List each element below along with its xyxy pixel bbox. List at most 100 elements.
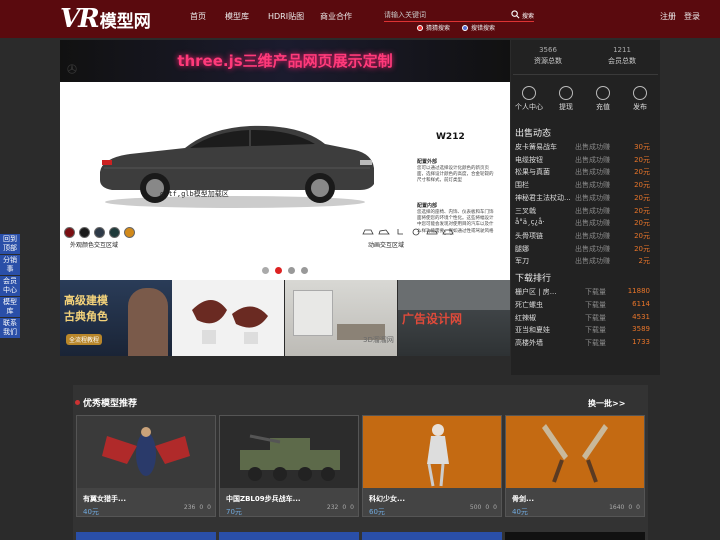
radio-label: 搜错搜索 <box>471 25 496 32</box>
sales-title: 出售动态 <box>515 129 552 139</box>
next-row-card[interactable] <box>505 532 645 540</box>
sale-status: 出售成功赚 <box>575 231 610 240</box>
sales-row[interactable]: 腿娜 出售成功赚 20元 <box>515 244 655 256</box>
radio-option-2[interactable]: 搜错搜索 <box>462 23 495 32</box>
next-row-card[interactable] <box>219 532 359 540</box>
sale-status: 出售成功赚 <box>575 244 610 253</box>
model-stats: 232 0 0 <box>327 504 354 511</box>
thumb-interior[interactable]: 3D溜溜网 <box>285 280 397 356</box>
thumb-classic-character[interactable]: 高级建模 古典角色 全流程教程 <box>60 280 172 356</box>
side-tab-model-library[interactable]: 模型库 <box>0 297 20 317</box>
sales-row[interactable]: 围栏 出售成功赚 20元 <box>515 180 655 192</box>
model-price: 40元 <box>512 508 528 516</box>
sales-row[interactable]: 松果与真菌 出售成功赚 20元 <box>515 167 655 179</box>
login-link[interactable]: 登录 <box>684 11 700 22</box>
sales-row[interactable]: 三叉戟 出售成功赚 20元 <box>515 206 655 218</box>
search-icon[interactable] <box>511 10 520 19</box>
side-tab-back-to-top[interactable]: 回到顶部 <box>0 234 20 254</box>
member-count: 1211 <box>613 46 631 54</box>
resource-count: 3566 <box>539 46 557 54</box>
spec-exterior-text: 您可以通过选择设计化颜色的新页页面，选择设计颜色的高度，合金轮毂的尺寸和样式，前… <box>417 166 494 184</box>
download-item-name: 栅户区 | 房... <box>515 288 557 296</box>
search-button[interactable]: 搜索 <box>522 11 534 20</box>
download-rank-row[interactable]: 红辣椒 下载量 4531 <box>515 313 655 325</box>
car-side-icon[interactable] <box>426 228 438 236</box>
model-card[interactable]: 科幻少女... 60元 500 0 0 <box>362 415 502 517</box>
download-rank-row[interactable]: 高楼外墙 下载量 1733 <box>515 338 655 350</box>
likes-count: 0 <box>628 504 633 511</box>
side-tab-distribution[interactable]: 分销事 <box>0 255 20 275</box>
model-card[interactable]: 中国ZBL09步兵战车... 70元 232 0 0 <box>219 415 359 517</box>
quick-recharge[interactable]: 充值 <box>586 86 620 112</box>
quick-publish[interactable]: 发布 <box>623 86 657 112</box>
site-logo[interactable]: VR 模型网 <box>60 2 151 36</box>
sales-row[interactable]: 神秘君主法杖动... 出售成功赚 20元 <box>515 193 655 205</box>
download-label: 下载量 <box>585 326 606 335</box>
sales-row[interactable]: 头骨项链 出售成功赚 20元 <box>515 231 655 243</box>
thumb-ad-design[interactable]: 广告设计网 <box>398 280 510 356</box>
model-thumbnail <box>220 416 358 488</box>
sales-row[interactable]: 皮卡簧易战车 出售成功赚 30元 <box>515 142 655 154</box>
sales-row[interactable]: 电缆按钮 出售成功赚 20元 <box>515 155 655 167</box>
side-tab-member-center[interactable]: 会员中心 <box>0 276 20 296</box>
model-thumbnail <box>77 416 215 488</box>
nav-home[interactable]: 首页 <box>190 11 206 22</box>
quick-withdraw[interactable]: 提现 <box>549 86 583 112</box>
download-item-name: 亚当和夏娃 <box>515 326 550 335</box>
sale-status: 出售成功赚 <box>575 257 610 266</box>
search-box: 搜索 <box>384 8 534 22</box>
color-swatch-teal[interactable] <box>109 227 120 238</box>
sale-status: 出售成功赚 <box>575 206 610 215</box>
model-card[interactable]: 有翼女猎手... 40元 236 0 0 <box>76 415 216 517</box>
carousel-dot-3[interactable] <box>288 267 295 274</box>
sale-item-name: 神秘君主法杖动... <box>515 193 571 202</box>
next-row-card[interactable] <box>362 532 502 540</box>
sale-price: 2元 <box>638 257 650 266</box>
download-item-name: 红辣椒 <box>515 313 536 322</box>
nav-hdri[interactable]: HDRI贴图 <box>268 11 304 22</box>
model-stats: 236 0 0 <box>184 504 211 511</box>
carousel-dot-1[interactable] <box>262 267 269 274</box>
download-label: 下载量 <box>585 339 606 348</box>
model-card[interactable]: 骨剑... 40元 1640 0 0 <box>505 415 645 517</box>
sales-row[interactable]: 军刀 出售成功赚 2元 <box>515 256 655 268</box>
model-price: 40元 <box>83 508 99 516</box>
color-swatch-black[interactable] <box>79 227 90 238</box>
seat-icon[interactable] <box>394 228 406 236</box>
side-tab-contact[interactable]: 联系我们 <box>0 318 20 338</box>
wheel-rotate-icon[interactable] <box>410 228 422 236</box>
color-interaction-label: 外观颜色交互区域 <box>70 242 119 249</box>
thumb-fish-sculpture[interactable] <box>172 280 284 356</box>
refresh-batch-link[interactable]: 换一批>> <box>588 398 625 409</box>
radio-option-1[interactable]: 猜猜搜索 <box>417 23 450 32</box>
download-rank-row[interactable]: 栅户区 | 房... 下载量 11880 <box>515 287 655 299</box>
carousel-dot-4[interactable] <box>301 267 308 274</box>
color-swatch-orange[interactable] <box>124 227 135 238</box>
carousel-dot-2[interactable] <box>275 267 282 274</box>
sale-item-name: 松果与真菌 <box>515 168 550 177</box>
sales-row[interactable]: å°ä¸ç¿å· 出售成功赚 20元 <box>515 218 655 230</box>
download-item-name: 死亡螺虫 <box>515 300 543 309</box>
next-row-card[interactable] <box>76 532 216 540</box>
download-label: 下载量 <box>585 300 606 309</box>
door-open-icon[interactable] <box>362 228 374 236</box>
sale-price: 20元 <box>634 155 650 164</box>
nav-model-library[interactable]: 模型库 <box>225 11 249 22</box>
sale-item-name: 军刀 <box>515 257 529 266</box>
car-model-image[interactable] <box>90 110 380 210</box>
hero-carousel[interactable]: three.js三维产品网页展示定制 gltf,glb模型加载区 W212 配置… <box>60 40 510 280</box>
divider <box>513 74 658 75</box>
car-front-icon[interactable] <box>442 228 454 236</box>
color-swatch-navy[interactable] <box>94 227 105 238</box>
download-rank-row[interactable]: 死亡螺虫 下载量 6114 <box>515 300 655 312</box>
download-rank-row[interactable]: 亚当和夏娃 下载量 3589 <box>515 325 655 337</box>
likes-count: 0 <box>485 504 490 511</box>
trunk-open-icon[interactable] <box>378 228 390 236</box>
quick-user-center[interactable]: 个人中心 <box>512 86 546 112</box>
register-link[interactable]: 注册 <box>660 11 676 22</box>
model-name: 中国ZBL09步兵战车... <box>226 495 301 503</box>
sale-item-name: 皮卡簧易战车 <box>515 143 557 151</box>
search-input[interactable] <box>384 8 504 22</box>
color-swatch-red[interactable] <box>64 227 75 238</box>
nav-business[interactable]: 商业合作 <box>320 11 352 22</box>
